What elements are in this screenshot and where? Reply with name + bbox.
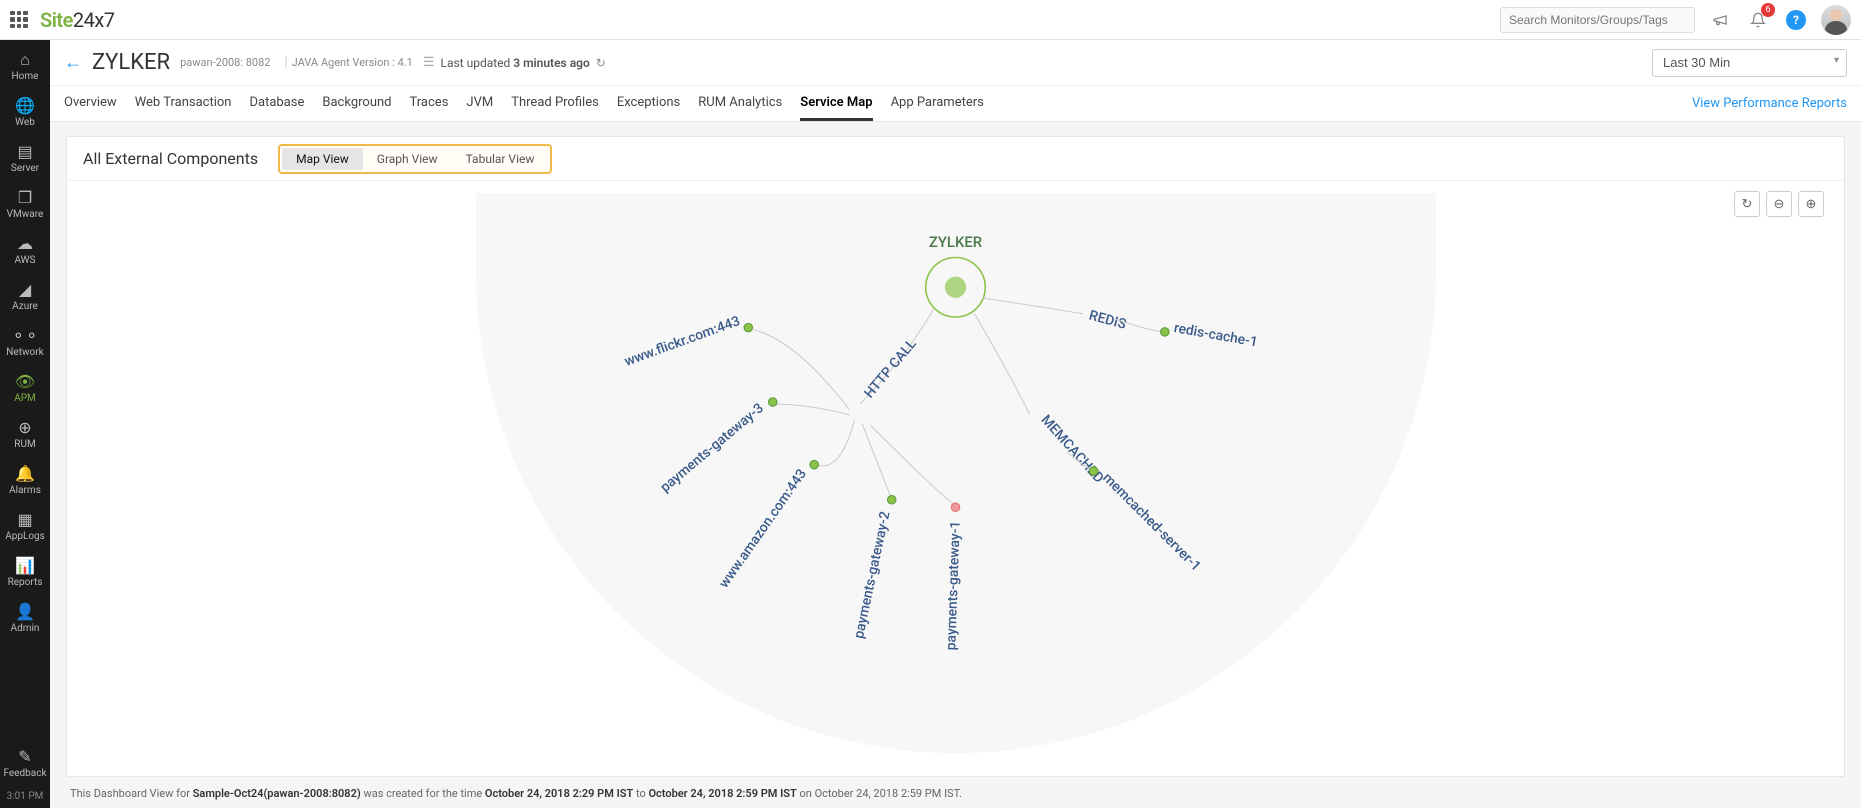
sidebar-item-web[interactable]: 🌐 Web	[0, 90, 50, 136]
sidebar-label: Admin	[11, 623, 40, 634]
help-icon[interactable]: ?	[1783, 7, 1809, 33]
view-tabular[interactable]: Tabular View	[452, 148, 549, 170]
page-title: ZYLKER	[92, 50, 170, 75]
svg-text:HTTP CALL: HTTP CALL	[861, 336, 920, 402]
sidebar-label: AWS	[15, 255, 36, 266]
tab-traces[interactable]: Traces	[410, 87, 449, 121]
svg-text:payments-gateway-1: payments-gateway-1	[943, 521, 964, 651]
sidebar-label: Azure	[12, 301, 38, 312]
last-updated: Last updated 3 minutes ago	[441, 56, 590, 70]
sidebar-label: VMware	[7, 209, 44, 220]
sidebar-label: Alarms	[9, 485, 41, 496]
sidebar-label: AppLogs	[5, 531, 45, 542]
rum-icon: ⊕	[18, 420, 31, 436]
avatar[interactable]	[1821, 5, 1851, 35]
sidebar-item-rum[interactable]: ⊕ RUM	[0, 412, 50, 458]
refresh-icon[interactable]: ↻	[596, 56, 606, 70]
svg-text:MEMCACHED: MEMCACHED	[1038, 412, 1107, 486]
service-map[interactable]: ↻ ⊖ ⊕ ZYLKER	[67, 181, 1844, 776]
tab-database[interactable]: Database	[249, 87, 304, 121]
header-host: pawan-2008: 8082	[180, 56, 270, 69]
view-toggle: Map View Graph View Tabular View	[278, 144, 552, 174]
service-map-card: All External Components Map View Graph V…	[66, 136, 1845, 777]
sidebar-label: Web	[15, 117, 35, 128]
sidebar-label: Network	[6, 347, 43, 358]
svg-text:www.flickr.com:443: www.flickr.com:443	[622, 313, 742, 370]
sidebar-item-applogs[interactable]: ▦ AppLogs	[0, 504, 50, 550]
sidebar-item-network[interactable]: ⚬⚬ Network	[0, 320, 50, 366]
svg-text:redis-cache-1: redis-cache-1	[1173, 320, 1259, 350]
context-menu-icon[interactable]: ☰	[423, 55, 435, 70]
sidebar-item-aws[interactable]: ☁ AWS	[0, 228, 50, 274]
tab-app-parameters[interactable]: App Parameters	[891, 87, 984, 121]
sidebar-label: RUM	[14, 439, 35, 450]
apm-icon: 👁	[15, 374, 35, 390]
tab-background[interactable]: Background	[322, 87, 391, 121]
sidebar-item-apm[interactable]: 👁 APM	[0, 366, 50, 412]
tab-thread-profiles[interactable]: Thread Profiles	[511, 87, 599, 121]
logo[interactable]: Site24x7	[40, 8, 115, 32]
sidebar-label: Feedback	[3, 768, 46, 779]
alarm-icon: 🔔	[15, 466, 35, 482]
sidebar: ⌂ Home 🌐 Web ▤ Server ❐ VMware ☁ AWS ◢ Azure ⚬…	[0, 40, 50, 808]
svg-text:REDIS: REDIS	[1087, 308, 1128, 333]
sidebar-label: Home	[12, 71, 39, 82]
page-header: ← ZYLKER pawan-2008: 8082 | JAVA Agent V…	[50, 40, 1861, 86]
view-graph[interactable]: Graph View	[363, 148, 452, 170]
tabs: Overview Web Transaction Database Backgr…	[50, 86, 1861, 122]
tab-service-map[interactable]: Service Map	[800, 87, 872, 121]
card-title: All External Components	[83, 149, 258, 168]
footer-note: This Dashboard View for Sample-Oct24(paw…	[66, 777, 1845, 800]
sidebar-item-server[interactable]: ▤ Server	[0, 136, 50, 182]
admin-icon: 👤	[15, 604, 35, 620]
notification-badge: 6	[1761, 3, 1775, 17]
server-icon: ▤	[17, 144, 32, 160]
header-agent: JAVA Agent Version : 4.1	[292, 56, 413, 69]
back-icon[interactable]: ←	[64, 52, 82, 73]
time-range-select[interactable]: Last 30 Min	[1652, 49, 1847, 77]
sidebar-item-feedback[interactable]: ✎ Feedback	[0, 741, 50, 787]
aws-icon: ☁	[17, 236, 33, 252]
vmware-icon: ❐	[18, 190, 32, 206]
svg-text:ZYLKER: ZYLKER	[929, 233, 983, 251]
view-map[interactable]: Map View	[282, 148, 363, 170]
logs-icon: ▦	[17, 512, 32, 528]
svg-text:payments-gateway-3: payments-gateway-3	[657, 400, 767, 496]
svg-text:payments-gateway-2: payments-gateway-2	[851, 510, 894, 640]
logo-part1: Site	[40, 8, 73, 32]
network-icon: ⚬⚬	[12, 328, 39, 344]
tab-overview[interactable]: Overview	[64, 87, 117, 121]
tab-exceptions[interactable]: Exceptions	[617, 87, 680, 121]
sidebar-item-vmware[interactable]: ❐ VMware	[0, 182, 50, 228]
globe-icon: 🌐	[15, 98, 35, 114]
tab-rum-analytics[interactable]: RUM Analytics	[698, 87, 782, 121]
sidebar-label: Reports	[8, 577, 43, 588]
sidebar-clock: 3:01 PM	[7, 787, 44, 808]
sidebar-item-alarms[interactable]: 🔔 Alarms	[0, 458, 50, 504]
megaphone-icon[interactable]	[1707, 7, 1733, 33]
apps-grid-icon[interactable]	[10, 11, 28, 29]
sidebar-label: Server	[11, 163, 39, 174]
sidebar-item-reports[interactable]: 📊 Reports	[0, 550, 50, 596]
logo-part2: 24x7	[73, 8, 115, 32]
sidebar-item-azure[interactable]: ◢ Azure	[0, 274, 50, 320]
sidebar-item-admin[interactable]: 👤 Admin	[0, 596, 50, 642]
reports-icon: 📊	[15, 558, 35, 574]
home-icon: ⌂	[20, 52, 30, 68]
view-reports-link[interactable]: View Performance Reports	[1692, 96, 1847, 111]
sidebar-label: APM	[14, 393, 36, 404]
tab-web-transaction[interactable]: Web Transaction	[135, 87, 232, 121]
svg-text:www.amazon.com:443: www.amazon.com:443	[716, 466, 810, 591]
search-input[interactable]	[1500, 7, 1695, 33]
svg-text:memcached-server-1: memcached-server-1	[1099, 470, 1204, 575]
tab-jvm[interactable]: JVM	[466, 87, 493, 121]
feedback-icon: ✎	[18, 749, 31, 765]
azure-icon: ◢	[19, 282, 31, 298]
topbar: Site24x7 6 ?	[0, 0, 1861, 40]
sidebar-item-home[interactable]: ⌂ Home	[0, 44, 50, 90]
bell-icon[interactable]: 6	[1745, 7, 1771, 33]
